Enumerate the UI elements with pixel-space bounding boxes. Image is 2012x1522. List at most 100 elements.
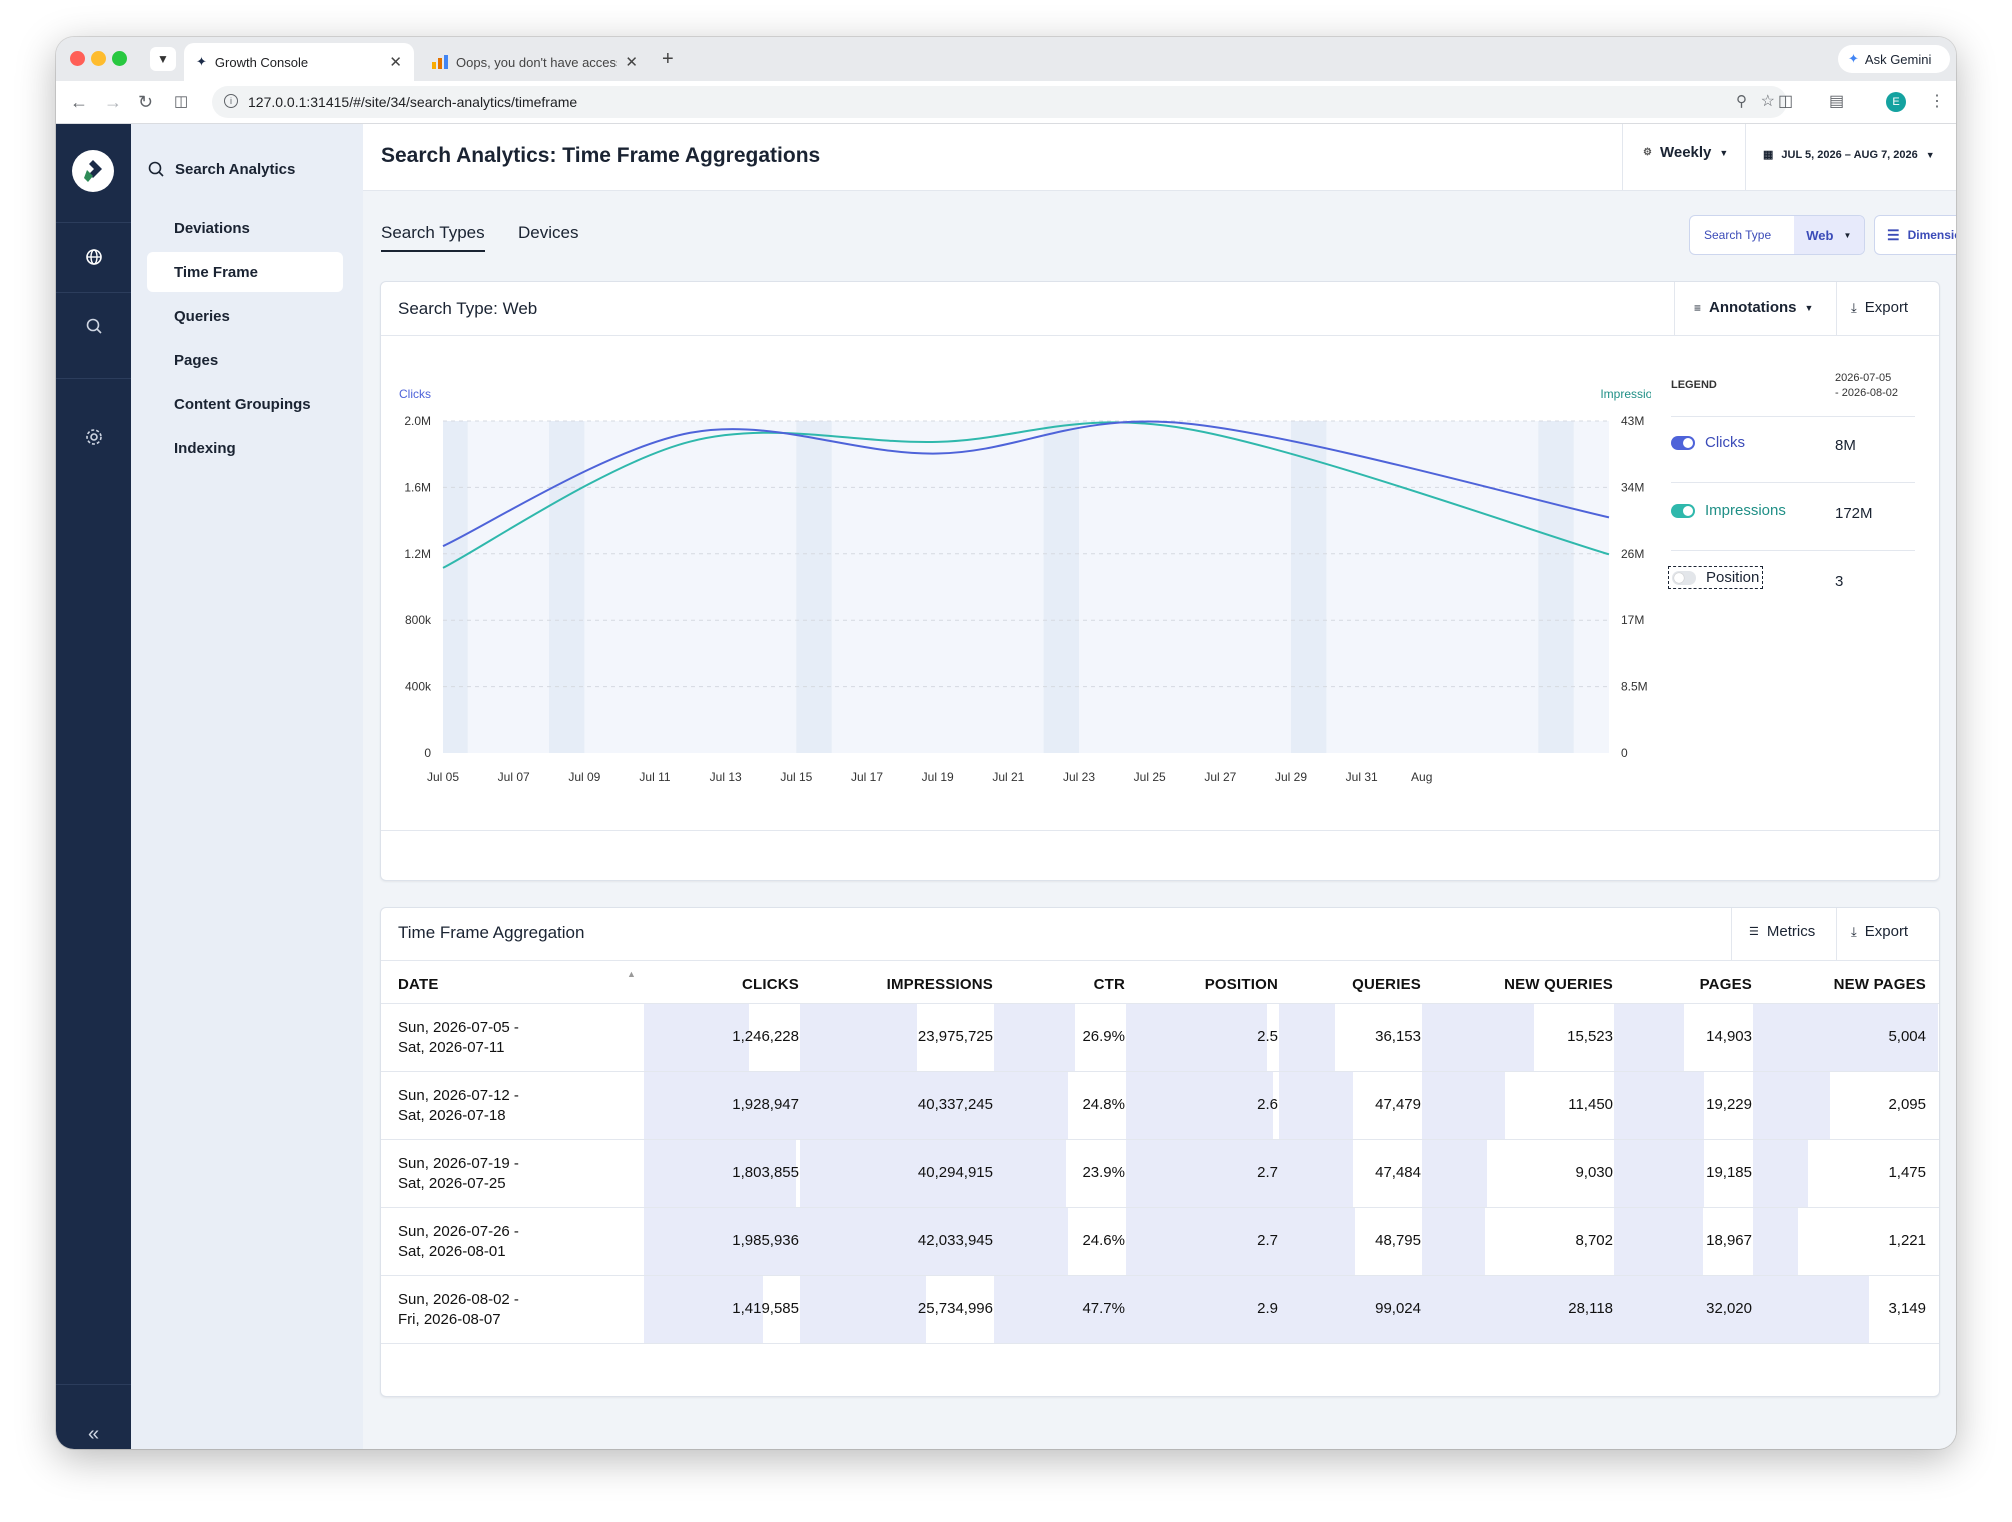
cell-fill-bar xyxy=(1422,1072,1505,1139)
export-label: Export xyxy=(1864,923,1909,940)
sidebar-item-queries[interactable]: Queries xyxy=(147,296,343,336)
x-tick-label: Jul 31 xyxy=(1346,770,1378,784)
table-row[interactable]: Sun, 2026-07-05 - Sat, 2026-07-11 1,246,22… xyxy=(381,1004,1939,1072)
profile-avatar[interactable]: E xyxy=(1886,92,1906,112)
browser-tab-oops[interactable]: Oops, you don't have access ✕ xyxy=(420,43,650,81)
header-impressions[interactable]: IMPRESSIONS xyxy=(887,976,993,993)
annotations-label: Annotations xyxy=(1709,299,1797,316)
table-row[interactable]: Sun, 2026-07-26 - Sat, 2026-08-01 1,985,93… xyxy=(381,1208,1939,1276)
chevron-down-icon: ▼ xyxy=(1719,147,1729,158)
legend-label: Clicks xyxy=(1705,434,1745,451)
sidebar-section-header: Search Analytics xyxy=(147,160,295,178)
gemini-sparkle-icon: ✦ xyxy=(1848,51,1859,66)
cell-fill-bar xyxy=(1753,1072,1830,1139)
impressions-toggle[interactable] xyxy=(1671,503,1695,518)
browser-window: ▼ ✦ Growth Console ✕ Oops, you don't hav… xyxy=(56,37,1956,1449)
sidebar-item-pages[interactable]: Pages xyxy=(147,340,343,380)
new-tab-plus-icon[interactable]: + xyxy=(662,48,674,71)
date-range-picker[interactable]: ▦ JUL 5, 2026 – AUG 7, 2026 ▼ xyxy=(1763,148,1935,162)
y-right-tick-label: 17M xyxy=(1621,613,1644,627)
cell-fill-bar xyxy=(1279,1140,1353,1207)
clicks-cell: 1,928,947 xyxy=(732,1096,799,1113)
dimensions-button[interactable]: ☰ Dimensions xyxy=(1874,215,1956,255)
pages-cell: 14,903 xyxy=(1706,1028,1752,1045)
header-new-queries[interactable]: NEW QUERIES xyxy=(1504,976,1613,993)
header-pages[interactable]: PAGES xyxy=(1700,976,1752,993)
metrics-button[interactable]: ☰ Metrics xyxy=(1749,923,1815,940)
table-row[interactable]: Sun, 2026-07-19 - Sat, 2026-07-25 1,803,85… xyxy=(381,1140,1939,1208)
side-panel-icon[interactable]: ◫ xyxy=(174,92,188,112)
header-queries[interactable]: QUERIES xyxy=(1352,976,1421,993)
week-band xyxy=(1291,421,1327,753)
app-logo[interactable] xyxy=(72,150,114,192)
back-arrow-icon[interactable]: ← xyxy=(70,92,88,112)
cell-fill-bar xyxy=(1126,1004,1267,1071)
browser-tab-growth-console[interactable]: ✦ Growth Console ✕ xyxy=(184,43,414,81)
header-ctr[interactable]: CTR xyxy=(1094,976,1125,993)
chevron-down-icon: ▼ xyxy=(1925,149,1935,160)
table-export-button[interactable]: ⤓ Export xyxy=(1851,923,1908,940)
chart-export-button[interactable]: ⤓ Export xyxy=(1851,299,1908,316)
header-clicks[interactable]: CLICKS xyxy=(742,976,799,993)
ctr-cell: 47.7% xyxy=(1082,1300,1125,1317)
x-tick-label: Aug xyxy=(1411,770,1432,784)
minimize-window-button[interactable] xyxy=(91,51,106,66)
cell-fill-bar xyxy=(1614,1004,1684,1071)
bookmark-star-icon[interactable]: ☆ xyxy=(1761,91,1775,111)
tab-devices[interactable]: Devices xyxy=(518,223,578,243)
address-bar-input[interactable]: i 127.0.0.1:31415/#/site/34/search-analy… xyxy=(212,86,1787,118)
position-toggle[interactable] xyxy=(1672,570,1696,585)
site-info-icon[interactable]: i xyxy=(224,94,238,108)
table-row[interactable]: Sun, 2026-07-12 - Sat, 2026-07-18 1,928,94… xyxy=(381,1072,1939,1140)
y-left-tick-label: 800k xyxy=(405,613,432,627)
header-new-pages[interactable]: NEW PAGES xyxy=(1834,976,1926,993)
search-type-filter[interactable]: Search Type Web ▼ xyxy=(1689,215,1865,255)
rail-settings-gear-icon[interactable] xyxy=(56,403,131,471)
reload-icon[interactable]: ↻ xyxy=(138,92,153,112)
tab-search-types[interactable]: Search Types xyxy=(381,223,485,243)
legend-label: Impressions xyxy=(1705,502,1786,519)
date-cell: Sun, 2026-07-19 - Sat, 2026-07-25 xyxy=(398,1154,519,1194)
zoom-icon[interactable]: ⚲ xyxy=(1736,92,1747,110)
date-cell: Sun, 2026-07-26 - Sat, 2026-08-01 xyxy=(398,1222,519,1262)
legend-item-impressions[interactable]: Impressions xyxy=(1671,502,1786,519)
search-type-value[interactable]: Web ▼ xyxy=(1794,216,1864,254)
browser-menu-icon[interactable]: ⋮ xyxy=(1929,92,1945,112)
table-row[interactable]: Sun, 2026-08-02 - Fri, 2026-08-07 1,419,58… xyxy=(381,1276,1939,1344)
legend-date-range: 2026-07-05 - 2026-08-02 xyxy=(1835,372,1898,399)
annotations-dropdown[interactable]: ≡ Annotations ▼ xyxy=(1694,299,1813,316)
cell-fill-bar xyxy=(1753,1140,1808,1207)
x-tick-label: Jul 09 xyxy=(568,770,600,784)
sidebar-item-time-frame[interactable]: Time Frame xyxy=(147,252,343,292)
ctr-cell: 24.8% xyxy=(1082,1096,1125,1113)
forward-arrow-icon[interactable]: → xyxy=(104,92,122,112)
rail-search-icon[interactable] xyxy=(56,292,131,360)
legend-item-clicks[interactable]: Clicks xyxy=(1671,434,1745,451)
close-tab-icon[interactable]: ✕ xyxy=(625,53,638,71)
close-window-button[interactable] xyxy=(70,51,85,66)
close-tab-icon[interactable]: ✕ xyxy=(389,53,402,71)
extensions-puzzle-icon[interactable]: ◫ xyxy=(1778,92,1793,112)
date-line-start: Sun, 2026-07-26 - xyxy=(398,1223,519,1240)
maximize-window-button[interactable] xyxy=(112,51,127,66)
granularity-dropdown[interactable]: ⚙ Weekly ▼ xyxy=(1643,144,1728,161)
ask-gemini-button[interactable]: ✦ Ask Gemini xyxy=(1838,45,1950,73)
new-queries-cell: 8,702 xyxy=(1575,1232,1613,1249)
legend-item-position[interactable]: Position xyxy=(1668,566,1764,589)
clicks-toggle[interactable] xyxy=(1671,435,1695,450)
analytics-favicon-icon xyxy=(432,55,448,69)
time-frame-line-chart: 0 0 400k 8.5M 800k 17M 1.2M 26M 1.6M 34M 2.0M 43M Cl… xyxy=(399,387,1651,784)
tab-search-chevron-icon[interactable]: ▼ xyxy=(150,47,176,71)
sidebar-item-content-groupings[interactable]: Content Groupings xyxy=(147,384,343,424)
sidebar-item-indexing[interactable]: Indexing xyxy=(147,428,343,468)
header-date[interactable]: DATE xyxy=(398,976,439,993)
collapse-rail-chevrons-icon[interactable]: « xyxy=(56,1400,131,1449)
sort-ascending-icon[interactable]: ▲ xyxy=(627,969,636,979)
reading-list-icon[interactable]: ▤ xyxy=(1829,92,1844,112)
rail-globe-icon[interactable] xyxy=(56,223,131,291)
header-position[interactable]: POSITION xyxy=(1205,976,1278,993)
new-queries-cell: 15,523 xyxy=(1567,1028,1613,1045)
chart-card-title: Search Type: Web xyxy=(398,299,538,318)
queries-cell: 36,153 xyxy=(1375,1028,1421,1045)
sidebar-item-deviations[interactable]: Deviations xyxy=(147,208,343,248)
